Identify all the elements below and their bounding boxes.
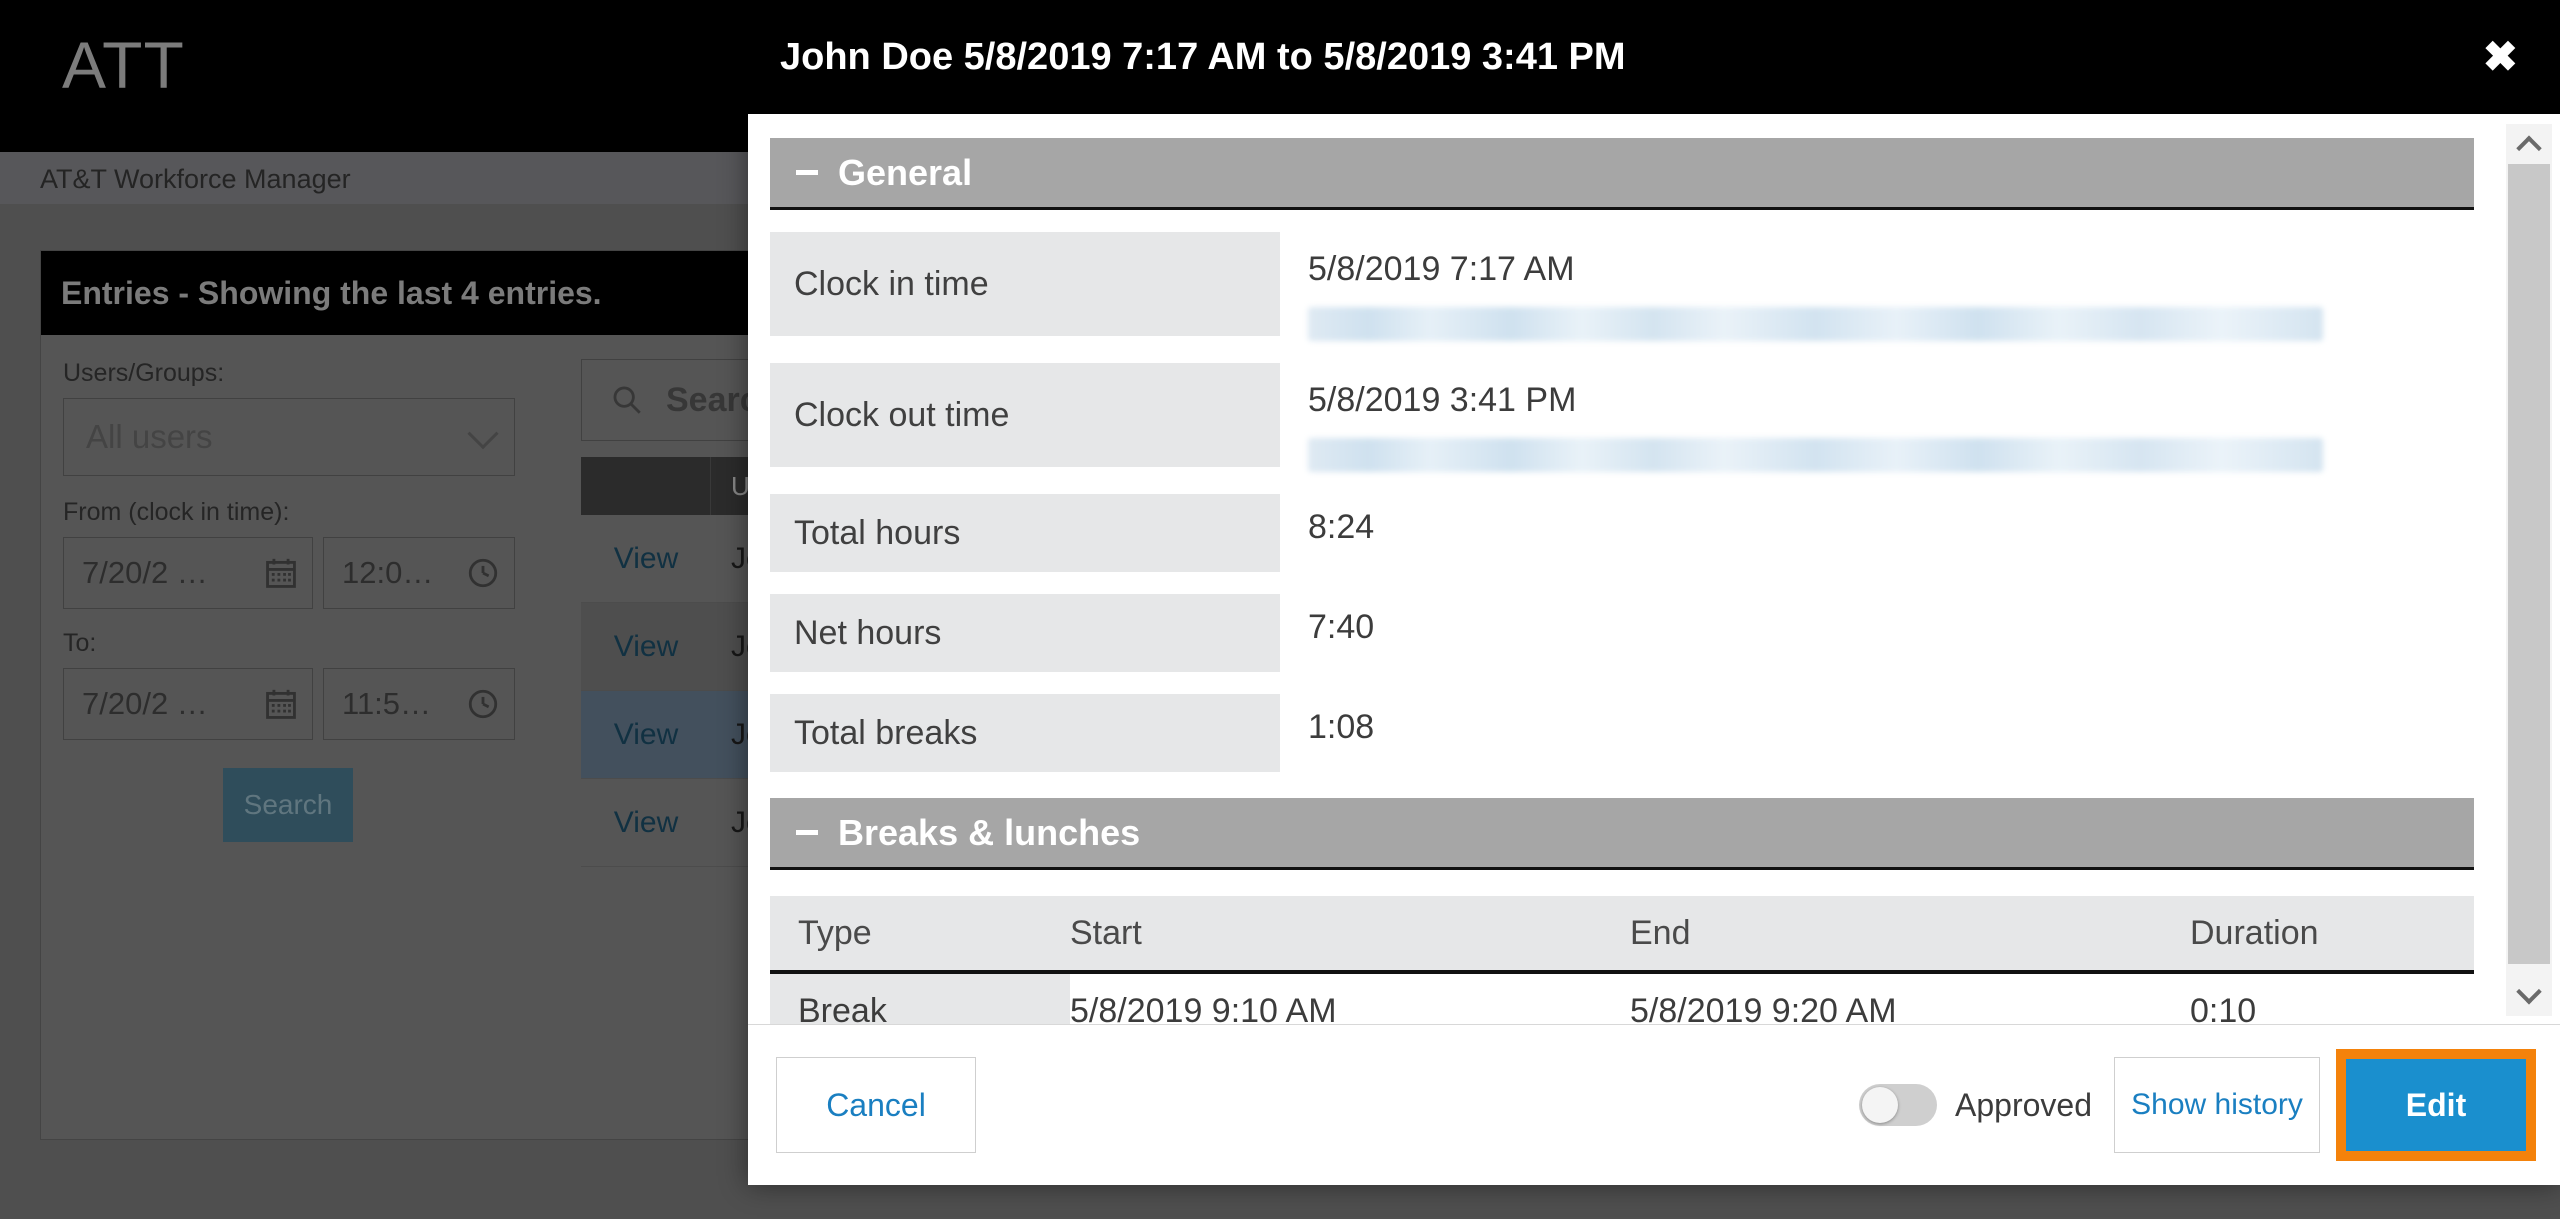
break-start: 5/8/2019 9:10 AM xyxy=(1070,991,1337,1025)
modal-scroll-content: General Clock in time 5/8/2019 7:17 AM C… xyxy=(748,114,2500,1024)
section-title-breaks: Breaks & lunches xyxy=(838,811,1141,853)
modal-body: General Clock in time 5/8/2019 7:17 AM C… xyxy=(748,114,2560,1025)
detail-key: Total breaks xyxy=(770,694,1280,772)
detail-row-clock-out: Clock out time 5/8/2019 3:41 PM xyxy=(770,363,2500,472)
breaks-col-duration: Duration xyxy=(2190,913,2319,952)
detail-value: 1:08 xyxy=(1308,708,1375,746)
detail-value: 5/8/2019 7:17 AM xyxy=(1308,250,1575,288)
scrollbar-track[interactable] xyxy=(2506,164,2552,976)
scroll-up-button[interactable] xyxy=(2506,124,2552,164)
approved-label: Approved xyxy=(1955,1086,2092,1123)
toggle-knob xyxy=(1862,1087,1899,1123)
footer-right-group: Approved Show history Edit xyxy=(1859,1049,2550,1161)
cancel-button[interactable]: Cancel xyxy=(776,1057,976,1153)
close-icon[interactable]: ✖ xyxy=(2483,36,2518,78)
detail-row-total-breaks: Total breaks 1:08 xyxy=(770,694,2500,772)
detail-key: Clock in time xyxy=(770,232,1280,336)
approved-toggle[interactable] xyxy=(1859,1084,1938,1126)
detail-value-wrap: 5/8/2019 7:17 AM xyxy=(1308,232,2500,341)
breaks-col-end: End xyxy=(1630,913,1691,952)
show-history-button[interactable]: Show history xyxy=(2114,1057,2320,1153)
chevron-down-icon xyxy=(2516,979,2542,1005)
section-header-breaks[interactable]: Breaks & lunches xyxy=(770,798,2474,870)
detail-value-wrap: 5/8/2019 3:41 PM xyxy=(1308,363,2500,472)
detail-value: 5/8/2019 3:41 PM xyxy=(1308,381,1577,419)
detail-key: Clock out time xyxy=(770,363,1280,467)
break-end: 5/8/2019 9:20 AM xyxy=(1630,991,1897,1025)
detail-key: Total hours xyxy=(770,494,1280,572)
section-title-general: General xyxy=(838,151,973,193)
breaks-table-header: Type Start End Duration xyxy=(770,896,2474,974)
entry-detail-modal: John Doe 5/8/2019 7:17 AM to 5/8/2019 3:… xyxy=(748,0,2560,1185)
scrollbar-thumb[interactable] xyxy=(2508,164,2550,964)
detail-row-total-hours: Total hours 8:24 xyxy=(770,494,2500,572)
collapse-minus-icon[interactable] xyxy=(796,170,818,175)
collapse-minus-icon[interactable] xyxy=(796,830,818,835)
modal-footer: Cancel Approved Show history Edit xyxy=(748,1025,2560,1185)
break-type: Break xyxy=(770,974,1070,1024)
modal-header: John Doe 5/8/2019 7:17 AM to 5/8/2019 3:… xyxy=(748,0,2560,114)
edit-button-highlight: Edit xyxy=(2336,1049,2536,1161)
modal-scrollbar[interactable] xyxy=(2506,124,2552,1016)
redacted-address-text xyxy=(1308,438,2323,472)
detail-key: Net hours xyxy=(770,594,1280,672)
edit-button[interactable]: Edit xyxy=(2346,1059,2526,1151)
detail-row-clock-in: Clock in time 5/8/2019 7:17 AM xyxy=(770,232,2500,341)
breaks-col-start: Start xyxy=(1070,913,1142,952)
break-duration: 0:10 xyxy=(2190,991,2257,1025)
scroll-down-button[interactable] xyxy=(2506,976,2552,1016)
modal-title: John Doe 5/8/2019 7:17 AM to 5/8/2019 3:… xyxy=(780,35,1626,78)
detail-value: 8:24 xyxy=(1308,508,1375,546)
detail-row-net-hours: Net hours 7:40 xyxy=(770,594,2500,672)
redacted-address-text xyxy=(1308,307,2323,341)
section-header-general[interactable]: General xyxy=(770,138,2474,210)
chevron-up-icon xyxy=(2516,135,2542,161)
breaks-col-type: Type xyxy=(798,913,872,952)
detail-value: 7:40 xyxy=(1308,608,1375,646)
breaks-table-row[interactable]: Break 5/8/2019 9:10 AM 5/8/2019 9:20 AM … xyxy=(770,974,2474,1024)
